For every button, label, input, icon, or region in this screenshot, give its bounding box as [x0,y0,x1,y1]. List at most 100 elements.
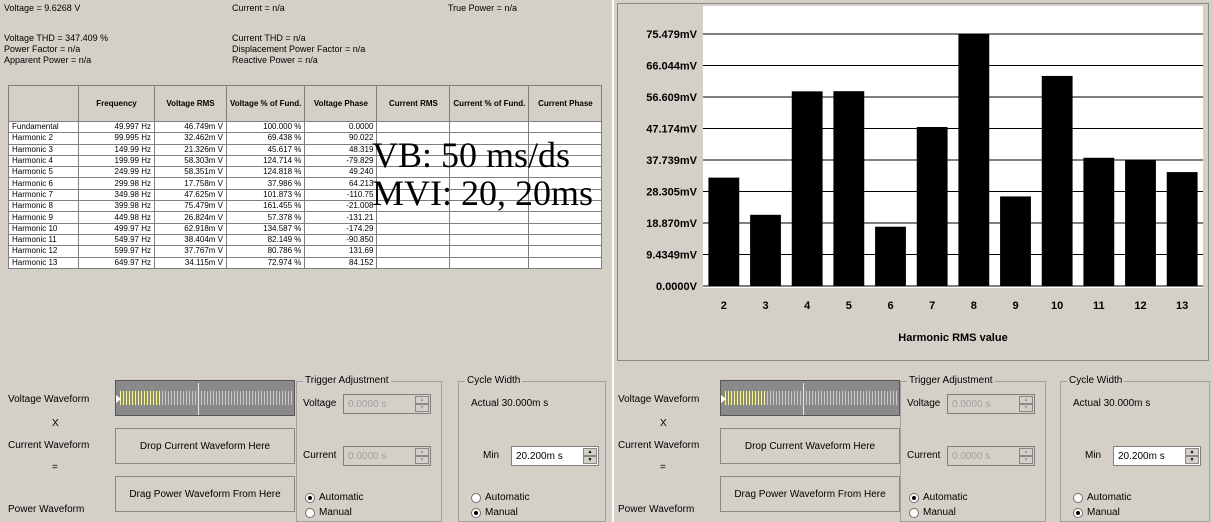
power-waveform-label: Power Waveform [8,504,85,515]
trigger-automatic-radio[interactable]: Automatic [305,492,363,503]
waveform-marker-icon [721,395,726,403]
cycle-min-label: Min [1085,450,1102,461]
bar [1083,157,1115,286]
trigger-current-spinner[interactable]: ▲▼ [343,446,431,466]
table-cell: 349.98 Hz [78,188,155,202]
x-tick-label: 10 [1051,300,1063,312]
trigger-adjustment-group: Trigger Adjustment Voltage ▲▼ Current ▲▼… [900,375,1046,522]
radio-empty-icon [1073,492,1083,503]
cycle-width-title: Cycle Width [1067,375,1125,386]
trigger-voltage-label: Voltage [907,398,941,409]
table-cell: 62.918m V [154,222,227,235]
bar [1000,196,1031,286]
cycle-min-input[interactable] [1116,449,1184,463]
harmonic-row-label: Harmonic 8 [8,200,79,213]
radio-selected-icon [305,492,315,503]
waveform-highlight [725,391,765,405]
y-tick-label: 28.305mV [646,187,697,199]
reactive-power-readout: Reactive Power = n/a [232,55,318,65]
trigger-current-spinner[interactable]: ▲▼ [947,446,1035,466]
drop-current-waveform-target[interactable]: Drop Current Waveform Here [115,428,295,464]
voltage-waveform-thumbnail[interactable] [720,380,900,416]
trigger-adjustment-group: Trigger Adjustment Voltage ▲▼ Current ▲▼… [296,375,442,522]
table-cell: 46.749m V [154,120,227,134]
table-cell: 17.758m V [154,177,227,190]
bar [708,177,740,286]
harmonic-row-label: Harmonic 13 [8,256,79,269]
table-cell: 57.378 % [225,211,306,224]
bar [750,214,781,286]
x-tick-label: 6 [887,300,893,312]
trigger-adjustment-title: Trigger Adjustment [303,375,391,386]
table-cell [376,233,451,247]
bar [1166,172,1198,286]
voltage-waveform-thumbnail[interactable] [115,380,295,416]
spin-up-icon[interactable]: ▲ [1185,448,1199,456]
table-cell: 58.351m V [154,166,227,179]
table-cell: 124.714 % [225,154,306,168]
trigger-manual-radio[interactable]: Manual [305,507,352,518]
trigger-automatic-radio[interactable]: Automatic [909,492,967,503]
trigger-voltage-spinner[interactable]: ▲▼ [947,394,1035,414]
trigger-voltage-input[interactable] [950,397,1018,411]
y-tick-label: 56.609mV [646,92,697,104]
bar [916,126,948,286]
radio-label: Automatic [923,492,968,503]
radio-selected-icon [909,492,919,503]
harmonic-row-label: Harmonic 7 [8,188,79,202]
cycle-automatic-radio[interactable]: Automatic [1073,492,1131,503]
trigger-voltage-input[interactable] [346,397,414,411]
trigger-current-input[interactable] [346,449,414,463]
spin-down-icon[interactable]: ▼ [583,456,597,464]
spin-up-icon[interactable]: ▲ [1019,396,1033,404]
table-cell: 72.974 % [225,256,306,269]
voltage-thd-readout: Voltage THD = 347.409 % [4,33,109,43]
cycle-automatic-radio[interactable]: Automatic [471,492,529,503]
cycle-manual-radio[interactable]: Manual [471,507,518,518]
voltage-waveform-label: Voltage Waveform [8,394,90,405]
table-cell: -110.75 [304,188,378,202]
radio-empty-icon [305,507,315,518]
table-cell [376,256,451,269]
trigger-current-label: Current [303,450,337,461]
equals-operator: = [52,462,58,473]
spin-down-icon[interactable]: ▼ [415,404,429,412]
x-tick-label: 5 [846,300,852,312]
true-power-readout: True Power = n/a [448,3,517,13]
overlay-note-mvi: MVI: 20, 20ms [372,173,594,213]
table-cell: 34.115m V [154,256,227,269]
spin-down-icon[interactable]: ▼ [1019,404,1033,412]
spin-up-icon[interactable]: ▲ [415,448,429,456]
spin-down-icon[interactable]: ▼ [415,456,429,464]
table-cell [449,245,530,258]
bar [1041,75,1073,286]
cycle-width-group: Cycle Width Actual 30.000m s Min ▲▼ Auto… [458,375,606,522]
spin-down-icon[interactable]: ▼ [1185,456,1199,464]
cycle-min-label: Min [483,450,500,461]
spin-down-icon[interactable]: ▼ [1019,456,1033,464]
cycle-manual-radio[interactable]: Manual [1073,507,1120,518]
bar [958,34,990,286]
cycle-min-input[interactable] [514,449,582,463]
table-cell: 37.767m V [154,245,227,258]
table-cell: 99.995 Hz [78,132,155,145]
harmonic-row-label: Harmonic 2 [8,132,79,145]
cycle-min-spinner[interactable]: ▲▼ [511,446,599,466]
spin-up-icon[interactable]: ▲ [415,396,429,404]
drag-power-waveform-source[interactable]: Drag Power Waveform From Here [720,476,900,512]
trigger-current-input[interactable] [950,449,1018,463]
table-cell [528,120,603,134]
spin-up-icon[interactable]: ▲ [1019,448,1033,456]
table-cell: 161.455 % [225,200,306,213]
table-cell: 37.986 % [225,177,306,190]
table-cell: -90.850 [304,233,378,247]
trigger-voltage-spinner[interactable]: ▲▼ [343,394,431,414]
trigger-manual-radio[interactable]: Manual [909,507,956,518]
table-header-cell: Current RMS [376,85,451,122]
drop-current-waveform-target[interactable]: Drop Current Waveform Here [720,428,900,464]
cycle-min-spinner[interactable]: ▲▼ [1113,446,1201,466]
x-tick-label: 4 [804,300,811,312]
spin-up-icon[interactable]: ▲ [583,448,597,456]
table-header-cell: Current % of Fund. [449,85,530,122]
drag-power-waveform-source[interactable]: Drag Power Waveform From Here [115,476,295,512]
